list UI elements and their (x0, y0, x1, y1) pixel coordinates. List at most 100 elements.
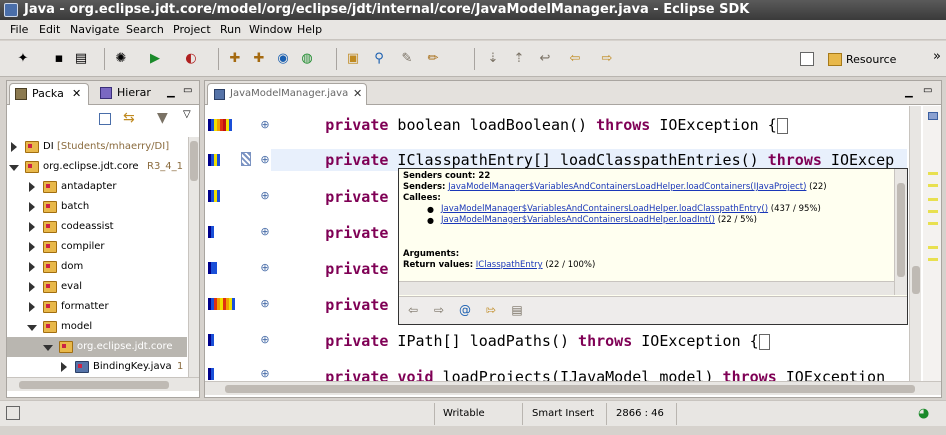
menu-navigate[interactable]: Navigate (70, 23, 119, 36)
open-type-icon[interactable]: ▣ (344, 51, 362, 67)
expand-icon[interactable] (29, 242, 35, 252)
more-perspectives-icon[interactable]: » (928, 49, 946, 65)
tree-row[interactable]: antadapter (7, 177, 187, 197)
open-in-view-icon[interactable]: ▤ (509, 303, 525, 317)
new-class-icon[interactable]: ◉ (274, 51, 292, 67)
code-line[interactable]: private IPath[] loadPaths() throws IOExc… (271, 330, 907, 352)
fold-expand-icon[interactable]: ⊕ (260, 226, 270, 237)
back-icon[interactable]: ⇦ (566, 51, 584, 67)
previous-annotation-icon[interactable]: ⇡ (510, 51, 528, 67)
callee-link[interactable]: JavaModelManager$VariablesAndContainersL… (441, 204, 768, 214)
back-icon[interactable]: ⇦ (405, 303, 421, 317)
tab-package-explorer[interactable]: Packa ✕ (9, 83, 89, 105)
menu-edit[interactable]: Edit (39, 23, 60, 36)
next-annotation-icon[interactable]: ⇣ (484, 51, 502, 67)
new-interface-icon[interactable]: ◍ (298, 51, 316, 67)
fold-expand-icon[interactable]: ⊕ (260, 334, 270, 345)
return-type-link[interactable]: IClasspathEntry (476, 260, 543, 270)
tree-row[interactable]: compiler (7, 237, 187, 257)
fast-view-icon[interactable] (6, 406, 20, 420)
progress-icon[interactable]: ◕ (918, 406, 934, 422)
forward-icon[interactable]: ⇨ (598, 51, 616, 67)
occurrence-marker[interactable] (928, 222, 938, 225)
new-wizard-icon[interactable]: ✦ (14, 51, 32, 67)
menu-run[interactable]: Run (220, 23, 241, 36)
fold-expand-icon[interactable]: ⊕ (260, 368, 270, 379)
fold-expand-icon[interactable]: ⊕ (260, 154, 270, 165)
save-icon[interactable]: ▪ (50, 51, 68, 67)
expand-icon[interactable] (11, 142, 17, 152)
occurrence-marker[interactable] (928, 172, 938, 175)
occurrence-marker[interactable] (928, 210, 938, 213)
code-line[interactable]: private void loadProjects(IJavaModel mod… (271, 366, 907, 381)
tree-row[interactable]: BindingKey.java 1 (7, 357, 187, 377)
fold-expand-icon[interactable]: ⊕ (260, 262, 270, 273)
maximize-icon[interactable]: ▭ (923, 85, 932, 96)
folded-block-box[interactable] (776, 117, 788, 134)
expand-icon[interactable] (29, 222, 35, 232)
pencil-icon[interactable]: ✏ (424, 51, 442, 67)
tree-row[interactable]: dom (7, 257, 187, 277)
collapse-all-icon[interactable] (99, 113, 111, 125)
occurrence-marker[interactable] (928, 246, 938, 249)
menu-help[interactable]: Help (297, 23, 322, 36)
expand-icon[interactable] (29, 282, 35, 292)
debug-icon[interactable]: ✺ (112, 51, 130, 67)
view-menu-icon[interactable]: ▽ (183, 109, 191, 120)
fold-expand-icon[interactable]: ⊕ (260, 119, 270, 130)
collapse-icon[interactable] (27, 325, 37, 331)
collapse-icon[interactable] (9, 165, 19, 171)
run-icon[interactable]: ▶ (146, 51, 164, 67)
fold-expand-icon[interactable]: ⊕ (260, 298, 270, 309)
expand-icon[interactable] (29, 202, 35, 212)
tree-row[interactable]: DI [Students/mhaerry/DI] (7, 137, 187, 157)
tree-row[interactable]: formatter (7, 297, 187, 317)
javadoc-icon[interactable]: @ (457, 303, 473, 317)
editor-vertical-scrollbar[interactable] (909, 106, 921, 381)
expand-icon[interactable] (29, 302, 35, 312)
tree-row[interactable]: eval (7, 277, 187, 297)
tree-horizontal-scrollbar[interactable] (7, 377, 199, 391)
close-icon[interactable]: ✕ (353, 84, 362, 104)
tree-row[interactable]: codeassist (7, 217, 187, 237)
resource-perspective-button[interactable]: Resource (826, 51, 896, 69)
open-perspective-icon[interactable] (800, 52, 814, 66)
tab-javamodelmanager[interactable]: JavaModelManager.java ✕ (207, 83, 367, 105)
popup-horizontal-scrollbar[interactable] (399, 281, 894, 295)
toggle-comment-icon[interactable]: ✎ (398, 51, 416, 67)
overview-ruler[interactable] (923, 106, 941, 381)
link-with-editor-icon[interactable]: ⇆ (123, 110, 135, 126)
editor-horizontal-scrollbar[interactable] (205, 381, 941, 395)
filter-icon[interactable]: ▼ (157, 110, 168, 126)
close-icon[interactable]: ✕ (72, 84, 81, 104)
tree-row[interactable]: batch (7, 197, 187, 217)
tree-row[interactable]: org.eclipse.jdt.core R3_4_1 (7, 157, 187, 177)
occurrence-marker[interactable] (928, 184, 938, 187)
fold-expand-icon[interactable]: ⊕ (260, 190, 270, 201)
popup-vertical-scrollbar[interactable] (894, 169, 907, 295)
last-edit-icon[interactable]: ↩ (536, 51, 554, 67)
tree-row-selected[interactable]: org.eclipse.jdt.core (7, 337, 187, 357)
minimize-icon[interactable]: ▁ (905, 87, 913, 98)
menu-file[interactable]: File (10, 23, 28, 36)
menu-window[interactable]: Window (249, 23, 292, 36)
tab-hierarchy[interactable]: Hierar (95, 83, 165, 105)
maximize-icon[interactable]: ▭ (183, 85, 192, 96)
collapse-icon[interactable] (43, 345, 53, 351)
expand-icon[interactable] (29, 182, 35, 192)
open-declaration-icon[interactable]: ⇰ (483, 303, 499, 317)
tree-row[interactable]: model (7, 317, 187, 337)
code-line[interactable]: private boolean loadBoolean() throws IOE… (271, 114, 907, 136)
forward-icon[interactable]: ⇨ (431, 303, 447, 317)
folded-block-box[interactable] (758, 333, 770, 350)
print-icon[interactable]: ▤ (72, 51, 90, 67)
menu-search[interactable]: Search (126, 23, 164, 36)
new-package-icon[interactable]: ✚ (250, 51, 268, 67)
expand-icon[interactable] (29, 262, 35, 272)
minimize-icon[interactable]: ▁ (167, 87, 175, 98)
search-icon[interactable]: ⚲ (370, 51, 388, 67)
call-hierarchy-marker[interactable] (241, 152, 251, 166)
error-marker[interactable] (928, 112, 938, 120)
external-tools-icon[interactable]: ◐ (182, 51, 200, 67)
occurrence-marker[interactable] (928, 258, 938, 261)
